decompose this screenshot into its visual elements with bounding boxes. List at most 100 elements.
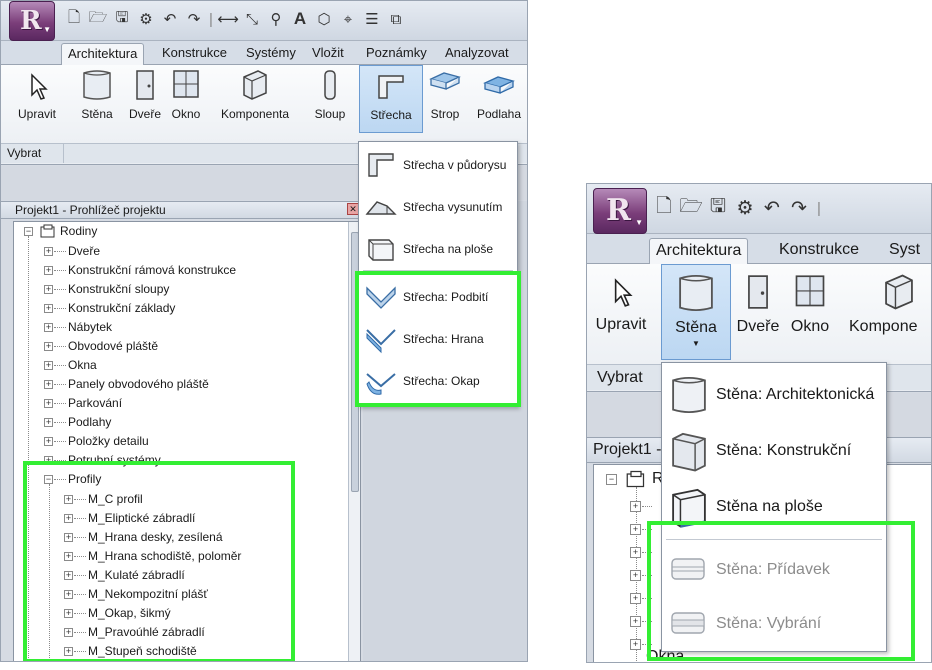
tab-konstrukce[interactable]: Konstrukce: [156, 43, 233, 65]
expand-icon[interactable]: +: [44, 380, 53, 389]
expand-icon[interactable]: +: [44, 266, 53, 275]
section-icon[interactable]: ⌖: [339, 9, 357, 29]
expand-icon[interactable]: +: [44, 399, 53, 408]
menu-item-strecha-vysunutim[interactable]: Střecha vysunutím: [359, 186, 517, 228]
application-menu-button[interactable]: R ▼: [593, 188, 647, 234]
dvere-label: Dveře: [736, 318, 780, 335]
expand-icon[interactable]: +: [44, 285, 53, 294]
tree-row-family[interactable]: + Parkování: [14, 394, 344, 413]
tree-row-family[interactable]: + Položky detailu: [14, 432, 344, 451]
tree-row-family[interactable]: + Panely obvodového pláště: [14, 375, 344, 394]
menu-item-stena-architektonicka[interactable]: Stěna: Architektonická: [662, 367, 886, 423]
close-hidden-icon[interactable]: ⧉: [387, 9, 405, 29]
tree-row-family[interactable]: + Obvodové pláště: [14, 337, 344, 356]
collapse-icon[interactable]: −: [24, 227, 33, 236]
expand-icon[interactable]: +: [630, 501, 641, 512]
expand-icon[interactable]: +: [44, 323, 53, 332]
menu-item-strecha-na-plose[interactable]: Střecha na ploše: [359, 228, 517, 270]
expand-icon[interactable]: +: [44, 418, 53, 427]
upravit-button[interactable]: Upravit: [593, 274, 649, 334]
expand-icon[interactable]: +: [630, 547, 641, 558]
strop-label: Strop: [430, 107, 460, 121]
menu-item-stena-konstrukcni[interactable]: Stěna: Konstrukční: [662, 423, 886, 479]
floor-icon: [483, 76, 515, 94]
undo-icon[interactable]: ↶: [161, 9, 179, 29]
tree-label-family: Podlahy: [68, 415, 112, 429]
text-icon[interactable]: A: [291, 9, 309, 29]
tree-connector: [54, 251, 66, 252]
expand-icon[interactable]: +: [630, 639, 641, 650]
dimension-icon[interactable]: ⤡: [243, 9, 261, 29]
komponenta-button[interactable]: Komponenta: [213, 67, 297, 121]
dvere-button[interactable]: Dveře: [735, 270, 781, 336]
save-icon[interactable]: 🖫: [113, 9, 131, 29]
open-folder-icon[interactable]: 🗁: [679, 196, 703, 218]
tab-konstrukce[interactable]: Konstrukce: [773, 238, 865, 260]
collapse-icon[interactable]: −: [606, 474, 617, 485]
tree-connector: [54, 441, 66, 442]
open-folder-icon[interactable]: 🗁: [89, 9, 108, 29]
redo-icon[interactable]: ↷: [185, 9, 203, 29]
quick-access-toolbar: R ▼ 🗋 🗁 🖫 ⚙ ↶ ↷ | ⟷ ⤡ ⚲ A ⬡ ⌖ ☰ ⧉: [1, 1, 527, 41]
tab-systemy[interactable]: Systémy: [240, 43, 302, 65]
sync-icon[interactable]: ⚙: [137, 9, 155, 29]
tab-architektura[interactable]: Architektura: [649, 238, 749, 264]
tree-label-family: Položky detailu: [68, 434, 149, 448]
chevron-down-icon: ▼: [43, 25, 51, 34]
new-icon[interactable]: 🗋: [65, 9, 83, 29]
expand-icon[interactable]: +: [44, 361, 53, 370]
menu-label: Stěna: Konstrukční: [716, 442, 852, 459]
strop-button[interactable]: Strop: [425, 67, 465, 121]
roof-by-footprint-icon: [368, 153, 394, 177]
save-icon[interactable]: 🖫: [709, 196, 727, 218]
upravit-button[interactable]: Upravit: [15, 71, 59, 121]
3d-view-icon[interactable]: ⬡: [315, 9, 333, 29]
tab-analyzovat[interactable]: Analyzovat: [439, 43, 515, 65]
komponenta-label: Kompone: [849, 318, 918, 335]
menu-item-strecha-v-pudorysu[interactable]: Střecha v půdorysu: [359, 144, 517, 186]
tab-systemy[interactable]: Syst: [883, 238, 926, 260]
new-icon[interactable]: 🗋: [655, 196, 673, 218]
okno-button[interactable]: Okno: [787, 270, 833, 336]
window-icon: [173, 70, 199, 98]
komponenta-button[interactable]: Kompone: [849, 270, 931, 336]
strecha-button[interactable]: Střecha: [359, 65, 423, 133]
expand-icon[interactable]: +: [44, 304, 53, 313]
undo-icon[interactable]: ↶: [763, 198, 781, 219]
sync-icon[interactable]: ⚙: [736, 198, 754, 219]
tab-architektura[interactable]: Architektura: [61, 43, 145, 65]
redo-icon[interactable]: ↷: [790, 198, 808, 219]
tree-row-family[interactable]: + Dveře: [14, 242, 344, 261]
expand-icon[interactable]: +: [44, 342, 53, 351]
expand-icon[interactable]: +: [44, 437, 53, 446]
highlight-wall-items: [647, 521, 915, 661]
okno-button[interactable]: Okno: [165, 67, 207, 121]
expand-icon[interactable]: +: [630, 524, 641, 535]
tree-row-family[interactable]: + Konstrukční základy: [14, 299, 344, 318]
tree-row-family[interactable]: + Podlahy: [14, 413, 344, 432]
stena-button[interactable]: Stěna: [73, 67, 121, 121]
measure-icon[interactable]: ⟷: [217, 9, 239, 29]
tree-row-family[interactable]: + Nábytek: [14, 318, 344, 337]
stena-button[interactable]: Stěna ▼: [661, 264, 731, 360]
expand-icon[interactable]: +: [44, 247, 53, 256]
tree-row-family[interactable]: + Konstrukční rámová konstrukce: [14, 261, 344, 280]
menu-label: Střecha na ploše: [403, 242, 494, 256]
application-menu-button[interactable]: R ▼: [9, 1, 55, 41]
tree-connector: [642, 506, 652, 507]
sloup-button[interactable]: Sloup: [307, 67, 353, 121]
door-icon: [136, 70, 154, 100]
select-cursor-icon: [31, 73, 48, 100]
tree-row-family[interactable]: + Konstrukční sloupy: [14, 280, 344, 299]
thin-lines-icon[interactable]: ☰: [363, 9, 381, 29]
expand-icon[interactable]: +: [630, 616, 641, 627]
tree-row-family[interactable]: + Okna: [14, 356, 344, 375]
dvere-button[interactable]: Dveře: [123, 67, 167, 121]
podlaha-button[interactable]: Podlaha: [471, 67, 527, 121]
tree-row-rodiny[interactable]: − Rodiny: [14, 222, 344, 241]
tag-icon[interactable]: ⚲: [267, 9, 285, 29]
expand-icon[interactable]: +: [630, 570, 641, 581]
expand-icon[interactable]: +: [630, 593, 641, 604]
tab-poznamky[interactable]: Poznámky: [360, 43, 433, 65]
tab-vlozit[interactable]: Vložit: [306, 43, 350, 65]
